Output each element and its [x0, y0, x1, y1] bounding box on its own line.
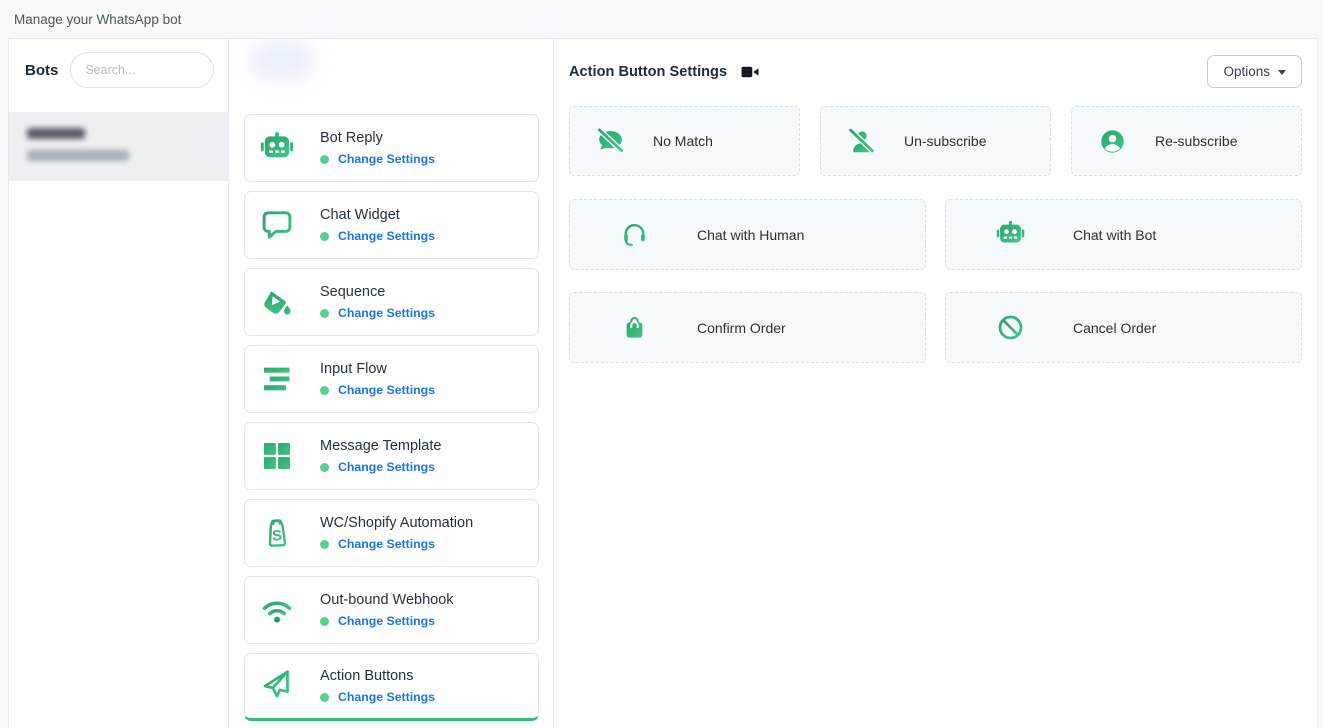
- status-dot: [320, 155, 329, 164]
- tile-label: Un-subscribe: [904, 133, 986, 149]
- bot-name-blurred: [27, 128, 85, 139]
- bots-sidebar: Bots: [9, 39, 229, 728]
- features-column: Bot Reply Change Settings Chat Widget Ch…: [229, 39, 554, 728]
- ban-icon: [996, 313, 1025, 342]
- wifi-icon: [260, 593, 294, 627]
- fill-drip-icon: [260, 285, 294, 319]
- svg-text:S: S: [272, 528, 283, 545]
- change-settings-link[interactable]: Change Settings: [338, 383, 435, 397]
- status-dot: [320, 463, 329, 472]
- robot-icon: [996, 220, 1025, 249]
- feature-title: Action Buttons: [320, 668, 435, 684]
- chevron-down-icon: [1278, 70, 1286, 75]
- tile-chat-with-human[interactable]: Chat with Human: [569, 199, 926, 270]
- feature-card-outbound-webhook: Out-bound Webhook Change Settings: [244, 576, 539, 644]
- tile-label: Chat with Human: [697, 227, 804, 243]
- tile-confirm-order[interactable]: Confirm Order: [569, 292, 926, 363]
- app-header: Manage your WhatsApp bot: [0, 0, 1323, 38]
- feature-title: Message Template: [320, 438, 441, 454]
- tile-re-subscribe[interactable]: Re-subscribe: [1071, 106, 1302, 176]
- robot-icon: [260, 131, 294, 165]
- tile-label: Confirm Order: [697, 320, 786, 336]
- tile-label: Chat with Bot: [1073, 227, 1156, 243]
- user-slash-icon: [847, 127, 876, 156]
- headset-icon: [620, 220, 649, 249]
- tile-label: No Match: [653, 133, 713, 149]
- tile-row-2: Chat with Human Chat with Bot: [569, 199, 1302, 270]
- action-button-settings-panel: Action Button Settings Options No Match: [554, 39, 1317, 728]
- feature-card-action-buttons: Action Buttons Change Settings: [244, 653, 539, 721]
- feature-card-bot-reply: Bot Reply Change Settings: [244, 114, 539, 182]
- feature-title: WC/Shopify Automation: [320, 515, 473, 531]
- feature-card-shopify-automation: S WC/Shopify Automation Change Settings: [244, 499, 539, 567]
- status-dot: [320, 232, 329, 241]
- status-dot: [320, 540, 329, 549]
- options-button[interactable]: Options: [1207, 55, 1302, 88]
- feature-title: Chat Widget: [320, 207, 435, 223]
- shopping-bag-icon: [620, 313, 649, 342]
- change-settings-link[interactable]: Change Settings: [338, 460, 435, 474]
- tile-un-subscribe[interactable]: Un-subscribe: [820, 106, 1051, 176]
- tile-chat-with-bot[interactable]: Chat with Bot: [945, 199, 1302, 270]
- shopify-bag-icon: S: [260, 516, 294, 550]
- feature-card-message-template: Message Template Change Settings: [244, 422, 539, 490]
- bot-list-item-selected[interactable]: [9, 112, 228, 181]
- search-input[interactable]: [70, 52, 214, 88]
- comment-slash-icon: [596, 127, 625, 156]
- status-dot: [320, 693, 329, 702]
- align-bars-icon: [260, 362, 294, 396]
- change-settings-link[interactable]: Change Settings: [338, 152, 435, 166]
- feature-title: Bot Reply: [320, 130, 435, 146]
- tile-row-3: Confirm Order Cancel Order: [569, 292, 1302, 363]
- grid-icon: [260, 439, 294, 473]
- paper-plane-icon: [260, 669, 294, 703]
- panel-title: Action Button Settings: [569, 64, 727, 80]
- tile-no-match[interactable]: No Match: [569, 106, 800, 176]
- page-title: Manage your WhatsApp bot: [14, 12, 181, 27]
- bot-phone-blurred: [27, 150, 129, 161]
- sidebar-title: Bots: [25, 62, 58, 79]
- change-settings-link[interactable]: Change Settings: [338, 690, 435, 704]
- status-dot: [320, 617, 329, 626]
- status-dot: [320, 386, 329, 395]
- change-settings-link[interactable]: Change Settings: [338, 306, 435, 320]
- video-camera-icon: [741, 65, 759, 79]
- sidebar-header: Bots: [9, 39, 228, 99]
- tile-cancel-order[interactable]: Cancel Order: [945, 292, 1302, 363]
- blurred-blob: [251, 41, 313, 81]
- tile-label: Re-subscribe: [1155, 133, 1237, 149]
- tile-label: Cancel Order: [1073, 320, 1156, 336]
- user-circle-icon: [1098, 127, 1127, 156]
- panel-header: Action Button Settings Options: [569, 55, 1302, 88]
- status-dot: [320, 309, 329, 318]
- change-settings-link[interactable]: Change Settings: [338, 614, 435, 628]
- feature-title: Input Flow: [320, 361, 435, 377]
- feature-card-input-flow: Input Flow Change Settings: [244, 345, 539, 413]
- tile-row-1: No Match Un-subscribe Re-subscribe: [569, 106, 1302, 176]
- options-button-label: Options: [1223, 64, 1270, 79]
- chat-bubble-icon: [260, 208, 294, 242]
- feature-title: Out-bound Webhook: [320, 592, 454, 608]
- change-settings-link[interactable]: Change Settings: [338, 229, 435, 243]
- main-container: Bots Bot Reply Cha: [8, 38, 1318, 728]
- change-settings-link[interactable]: Change Settings: [338, 537, 435, 551]
- feature-card-chat-widget: Chat Widget Change Settings: [244, 191, 539, 259]
- feature-title: Sequence: [320, 284, 435, 300]
- feature-card-sequence: Sequence Change Settings: [244, 268, 539, 336]
